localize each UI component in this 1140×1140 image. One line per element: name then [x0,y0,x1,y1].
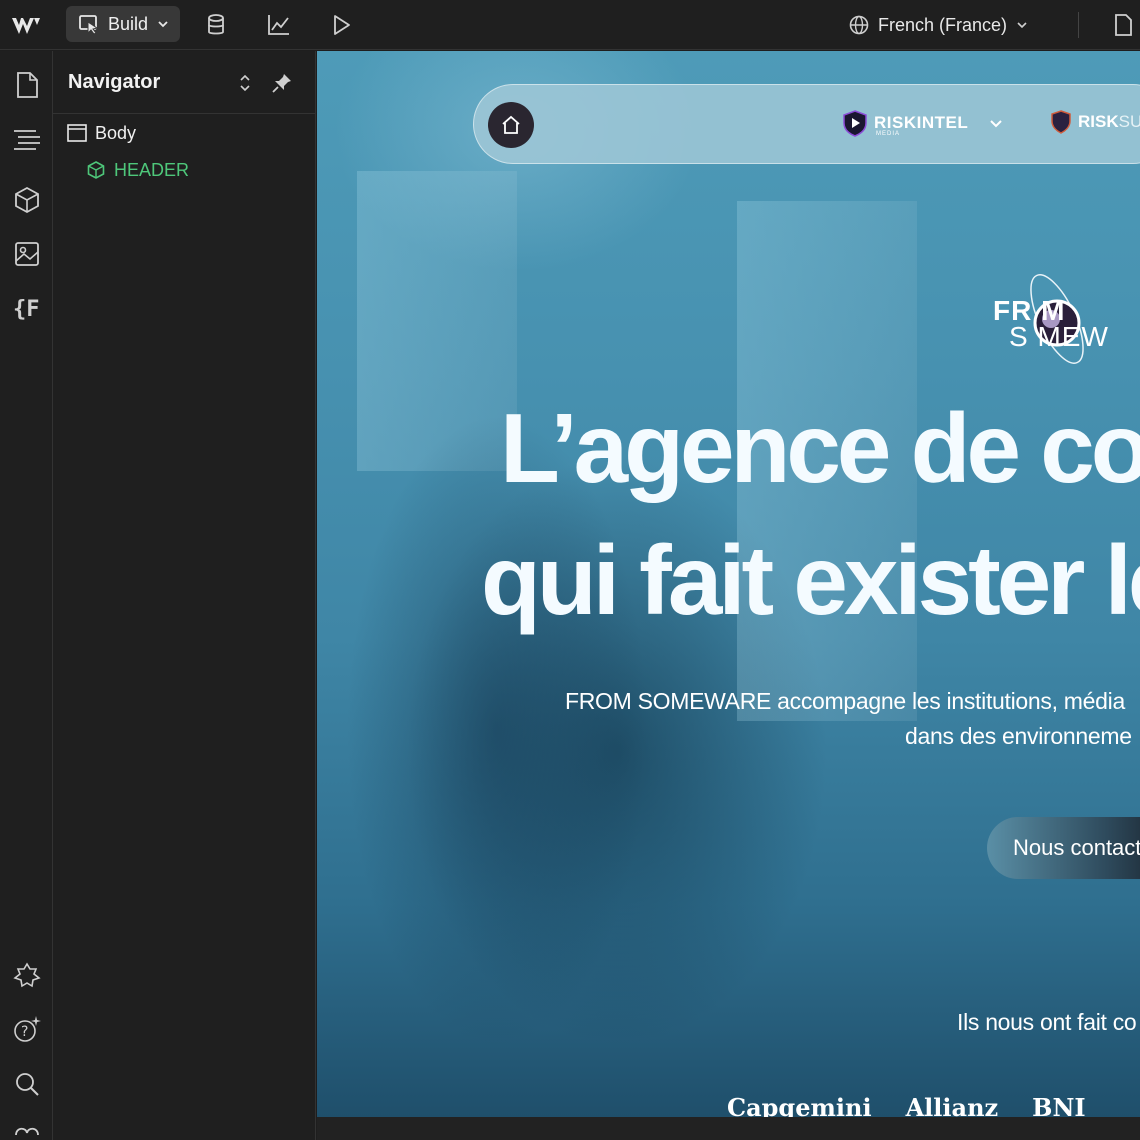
svg-text:?: ? [21,1024,28,1040]
client-logos: Capgemini Allianz BNI [727,1093,1086,1117]
components-cube-icon[interactable] [12,185,42,215]
build-mode-label: Build [108,13,149,34]
site-nav-bar: RISKINTEL MEDIA RISKSUM [473,84,1140,164]
brand-name: RISKINTEL [874,113,969,132]
client-logo: BNI [1032,1093,1086,1117]
svg-text:{F: {F [13,297,40,322]
chevron-down-icon [158,21,168,28]
locale-selector[interactable]: French (France) [848,10,1029,40]
hero-subtitle-line1: FROM SOMEWARE accompagne les institution… [565,688,1125,714]
pin-icon[interactable] [270,71,294,95]
tree-item-header[interactable]: HEADER [86,155,189,185]
shield-logo-icon [1051,110,1071,134]
globe-icon [849,15,869,35]
from-someware-logo: FR M S MEW [993,271,1140,371]
canvas-bottom-bar [317,1117,1140,1140]
body-box-icon [67,124,87,142]
navigator-icon[interactable] [12,123,42,153]
hero-title-line2: qui fait exister le [481,525,1140,635]
help-icon[interactable]: ? [12,1014,42,1044]
toolbar-divider [1078,12,1079,38]
preview-play-icon[interactable] [328,12,354,38]
tree-item-label: Body [95,122,137,143]
hero-subtitle-line2: dans des environneme [905,723,1132,749]
apps-settings-icon[interactable] [12,961,42,991]
chevron-down-icon [990,120,1002,128]
pages-icon[interactable] [12,70,42,100]
assets-image-icon[interactable] [12,239,42,269]
navigator-header: Navigator [53,51,315,114]
client-logo: Allianz [905,1093,999,1117]
variables-icon[interactable]: {F [12,292,42,322]
home-button[interactable] [488,102,534,148]
page-icon[interactable] [1110,12,1136,38]
client-logo: Capgemini [727,1093,872,1117]
hero-background-photo [317,231,737,1117]
home-icon [502,115,520,134]
top-toolbar: Build French (France) [0,0,1140,50]
component-cube-icon [87,161,105,179]
navigator-title: Navigator [68,71,161,93]
contact-button-label: Nous contact [1013,835,1140,860]
shield-logo-icon [843,110,867,137]
navigator-panel: Navigator Body HEADER [53,51,316,1140]
build-mode-button[interactable]: Build [66,6,180,42]
design-canvas[interactable]: RISKINTEL MEDIA RISKSUM FR M S MEW L’age… [317,51,1140,1117]
search-icon[interactable] [12,1069,42,1099]
references-heading: Ils nous ont fait co [957,1009,1137,1035]
locale-label: French (France) [878,14,1008,35]
riskintel-media-link[interactable]: RISKINTEL MEDIA [842,109,1004,137]
community-icon[interactable] [12,1121,42,1140]
hero-title-line1: L’agence de co [500,393,1140,503]
brand-subtitle: MEDIA [876,131,901,137]
logo-text-line2: S MEW [1009,321,1109,352]
chevron-down-icon [1017,22,1027,29]
webflow-logo-icon[interactable] [10,12,44,38]
left-icon-rail: {F ? [0,51,53,1140]
brand-name: RISKSUM [1078,112,1140,131]
cms-database-icon[interactable] [203,12,229,38]
tree-item-body[interactable]: Body [67,118,136,148]
risksummit-link[interactable]: RISKSUM [1050,109,1140,135]
analytics-chart-icon[interactable] [266,12,292,38]
contact-us-button[interactable]: Nous contact [987,817,1140,879]
expand-collapse-icon[interactable] [233,71,257,95]
cursor-icon [79,15,99,35]
tree-item-label: HEADER [114,159,190,180]
